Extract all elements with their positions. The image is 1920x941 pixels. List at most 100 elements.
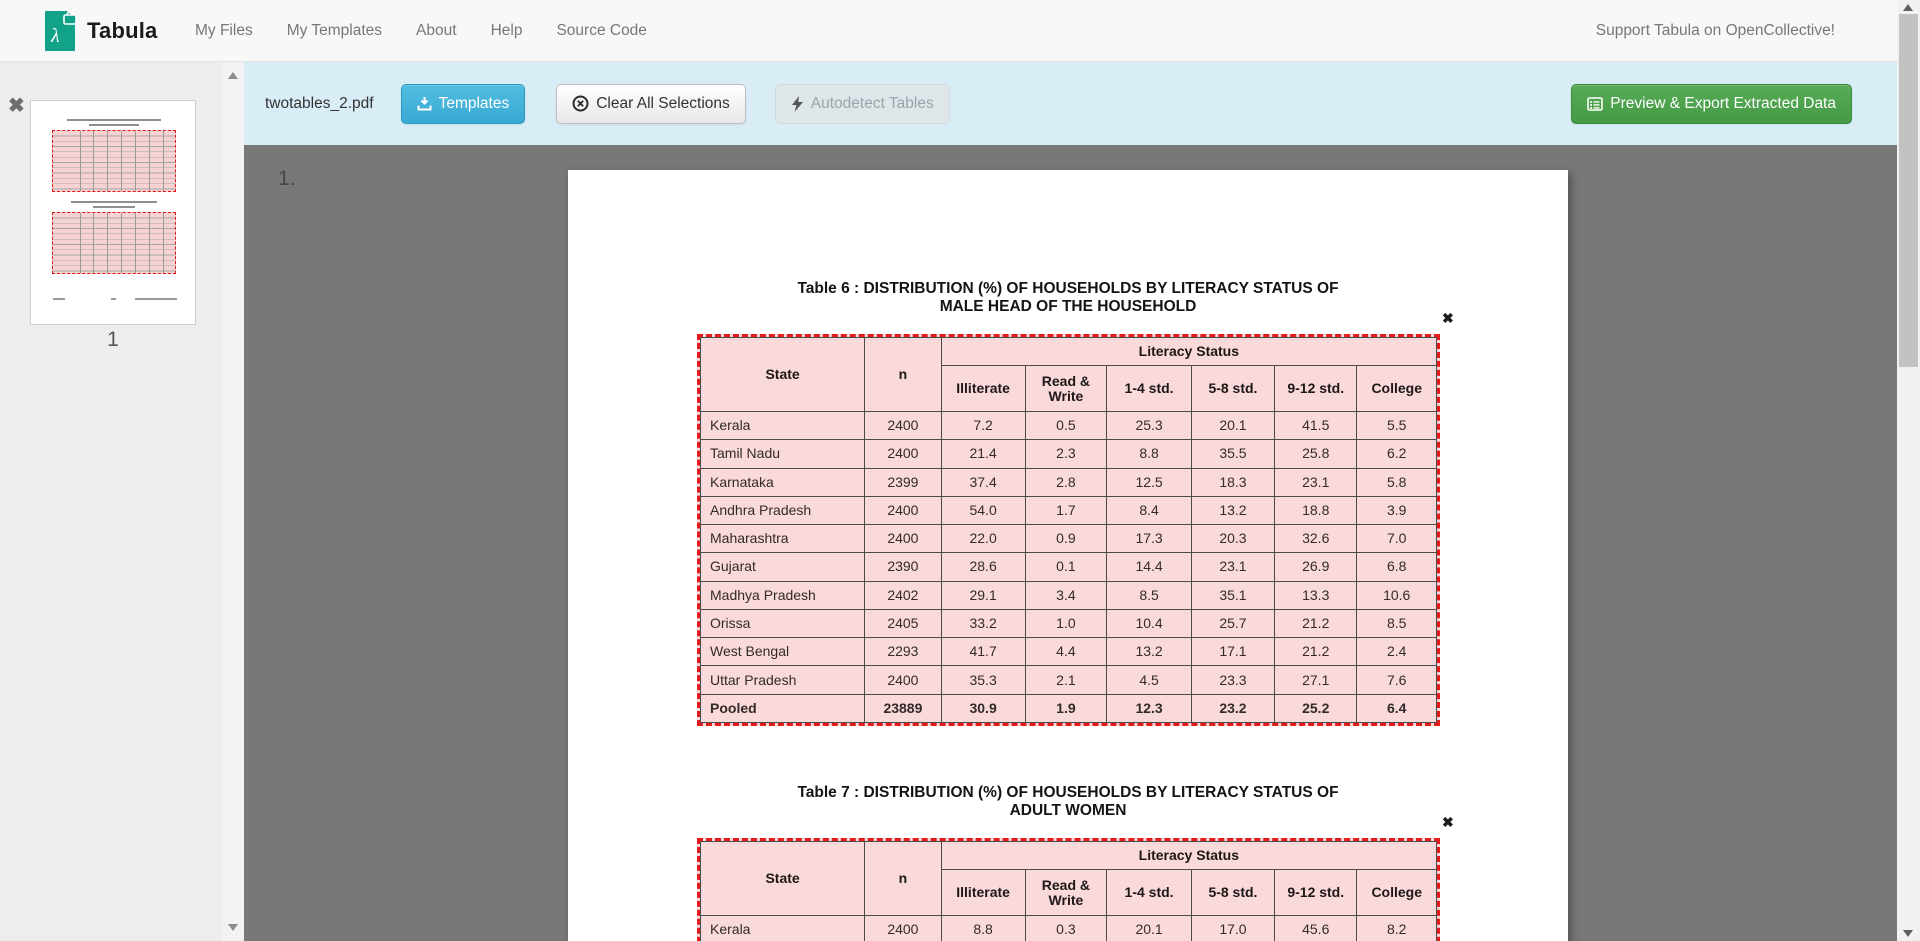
thumb-title-line — [89, 124, 139, 126]
scroll-down-icon[interactable] — [1903, 930, 1913, 937]
value-cell: 23.1 — [1191, 553, 1274, 581]
value-cell: 6.2 — [1357, 440, 1437, 468]
value-cell: 8.5 — [1357, 609, 1437, 637]
value-cell: 14.4 — [1107, 553, 1192, 581]
value-cell: 17.3 — [1107, 525, 1192, 553]
value-cell: 2.3 — [1025, 440, 1107, 468]
scroll-up-icon[interactable] — [228, 72, 238, 79]
state-header: State — [701, 842, 865, 916]
thumb-selection-1 — [52, 130, 176, 192]
column-header: Illiterate — [941, 366, 1025, 412]
filename-label: twotables_2.pdf — [265, 95, 374, 113]
value-cell: 7.6 — [1357, 666, 1437, 694]
state-header: State — [701, 338, 865, 412]
nav-links: My Files My Templates About Help Source … — [178, 0, 664, 62]
value-cell: 23.3 — [1191, 666, 1274, 694]
pdf-page: Table 6 : DISTRIBUTION (%) OF HOUSEHOLDS… — [568, 170, 1568, 941]
value-cell: 2400 — [865, 666, 942, 694]
value-cell: 30.9 — [941, 694, 1025, 722]
state-cell: Orissa — [701, 609, 865, 637]
value-cell: 6.4 — [1357, 694, 1437, 722]
table-row: Maharashtra240022.00.917.320.332.67.0 — [701, 525, 1437, 553]
column-header: 5-8 std. — [1191, 870, 1274, 916]
value-cell: 35.3 — [941, 666, 1025, 694]
value-cell: 2400 — [865, 525, 942, 553]
value-cell: 0.5 — [1025, 412, 1107, 440]
value-cell: 3.4 — [1025, 581, 1107, 609]
scrollbar-thumb[interactable] — [1899, 14, 1918, 367]
value-cell: 0.1 — [1025, 553, 1107, 581]
thumb-title-line — [93, 206, 135, 208]
window-scrollbar[interactable] — [1897, 0, 1920, 941]
value-cell: 23889 — [865, 694, 942, 722]
close-sidebar-icon[interactable]: ✖ — [8, 96, 25, 116]
value-cell: 32.6 — [1275, 525, 1357, 553]
pdf-table-6: StatenLiteracy StatusIlliterateRead & Wr… — [700, 337, 1437, 723]
preview-export-button[interactable]: Preview & Export Extracted Data — [1571, 84, 1852, 124]
value-cell: 35.5 — [1191, 440, 1274, 468]
value-cell: 8.2 — [1357, 916, 1437, 941]
table6-selection[interactable]: StatenLiteracy StatusIlliterateRead & Wr… — [697, 334, 1440, 726]
table7-title: Table 7 : DISTRIBUTION (%) OF HOUSEHOLDS… — [568, 784, 1568, 820]
column-header: Read & Write — [1025, 870, 1107, 916]
page-thumbnail[interactable] — [30, 100, 196, 325]
nav-link-help[interactable]: Help — [474, 0, 540, 62]
nav-link-my-files[interactable]: My Files — [178, 0, 270, 62]
nav-link-my-templates[interactable]: My Templates — [270, 0, 399, 62]
support-link[interactable]: Support Tabula on OpenCollective! — [1596, 0, 1835, 62]
list-alt-icon — [1587, 97, 1603, 111]
autodetect-tables-label: Autodetect Tables — [811, 95, 934, 113]
nav-link-about[interactable]: About — [399, 0, 474, 62]
scroll-down-icon[interactable] — [228, 924, 238, 931]
state-cell: Madhya Pradesh — [701, 581, 865, 609]
sidebar-scrollbar[interactable] — [222, 62, 244, 941]
value-cell: 4.5 — [1107, 666, 1192, 694]
table-row: Kerala24007.20.525.320.141.55.5 — [701, 412, 1437, 440]
table6-title: Table 6 : DISTRIBUTION (%) OF HOUSEHOLDS… — [568, 280, 1568, 316]
value-cell: 6.8 — [1357, 553, 1437, 581]
state-cell: Gujarat — [701, 553, 865, 581]
n-header: n — [865, 842, 942, 916]
brand-name: Tabula — [87, 18, 157, 44]
state-cell: Karnataka — [701, 468, 865, 496]
column-header: College — [1357, 366, 1437, 412]
group-header: Literacy Status — [941, 338, 1436, 366]
table-row: West Bengal229341.74.413.217.121.22.4 — [701, 638, 1437, 666]
value-cell: 20.1 — [1191, 412, 1274, 440]
column-header: 5-8 std. — [1191, 366, 1274, 412]
svg-text:λ: λ — [50, 25, 60, 47]
value-cell: 18.3 — [1191, 468, 1274, 496]
state-cell: West Bengal — [701, 638, 865, 666]
group-header: Literacy Status — [941, 842, 1436, 870]
clear-all-selections-label: Clear All Selections — [596, 95, 730, 113]
value-cell: 41.7 — [941, 638, 1025, 666]
scroll-up-icon[interactable] — [1903, 4, 1913, 11]
thumb-footer-mark — [53, 298, 65, 300]
autodetect-tables-button[interactable]: Autodetect Tables — [775, 84, 950, 124]
table-row: Orissa240533.21.010.425.721.28.5 — [701, 609, 1437, 637]
value-cell: 2400 — [865, 412, 942, 440]
nav-link-source-code[interactable]: Source Code — [539, 0, 663, 62]
value-cell: 45.6 — [1275, 916, 1357, 941]
value-cell: 23.1 — [1275, 468, 1357, 496]
value-cell: 54.0 — [941, 496, 1025, 524]
clear-all-selections-button[interactable]: Clear All Selections — [556, 84, 746, 124]
state-cell: Andhra Pradesh — [701, 496, 865, 524]
column-header: Read & Write — [1025, 366, 1107, 412]
value-cell: 25.7 — [1191, 609, 1274, 637]
state-cell: Uttar Pradesh — [701, 666, 865, 694]
templates-button[interactable]: Templates — [401, 84, 526, 124]
value-cell: 1.7 — [1025, 496, 1107, 524]
value-cell: 29.1 — [941, 581, 1025, 609]
tabula-logo-icon: λ — [44, 11, 78, 51]
value-cell: 17.0 — [1191, 916, 1274, 941]
value-cell: 18.8 — [1275, 496, 1357, 524]
state-cell: Pooled — [701, 694, 865, 722]
tabula-brand[interactable]: λ Tabula — [44, 10, 157, 52]
lightning-bolt-icon — [791, 96, 804, 112]
remove-selection-1-icon[interactable]: ✖ — [1442, 310, 1454, 327]
table7-selection[interactable]: StatenLiteracy StatusIlliterateRead & Wr… — [697, 838, 1440, 941]
value-cell: 2.1 — [1025, 666, 1107, 694]
remove-selection-2-icon[interactable]: ✖ — [1442, 814, 1454, 831]
value-cell: 41.5 — [1275, 412, 1357, 440]
